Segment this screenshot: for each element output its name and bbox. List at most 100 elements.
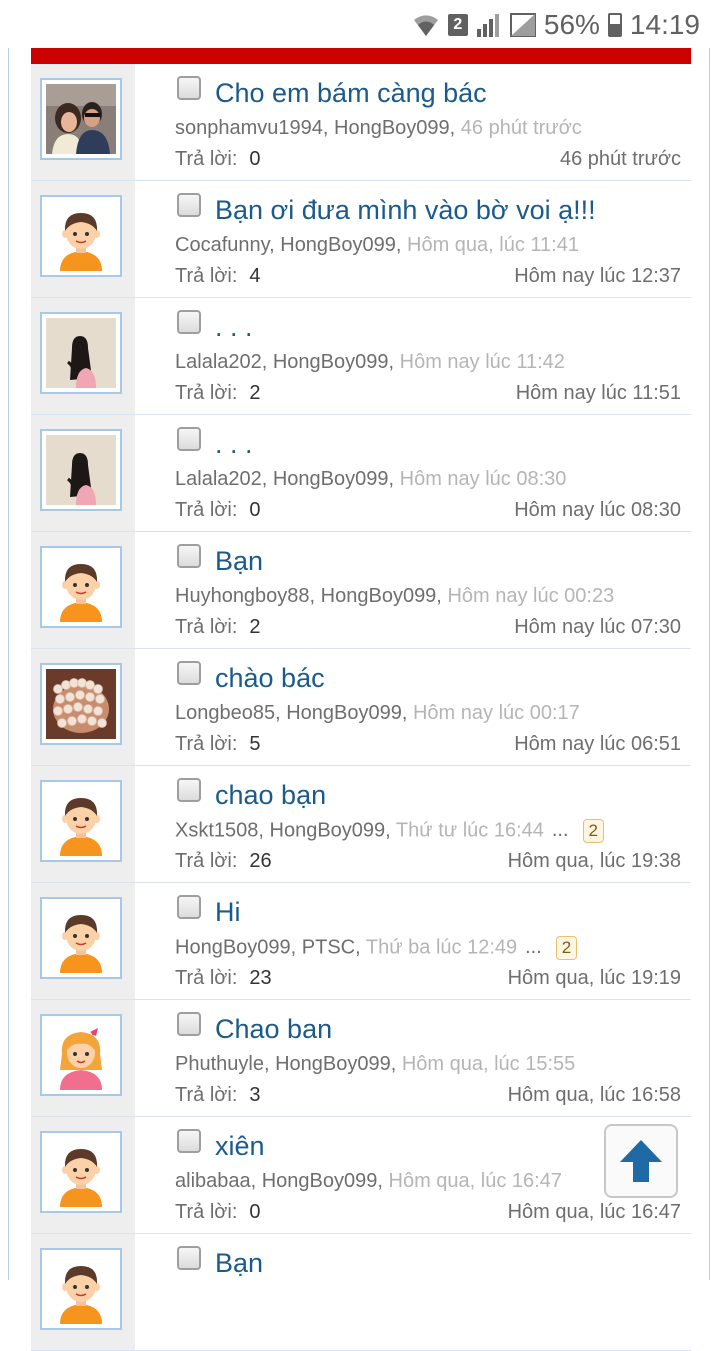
thread-participants[interactable]: Xskt1508, HongBoy099, [175,819,391,841]
thread-title[interactable]: Bạn ơi đưa mình vào bờ voi ạ!!! [215,195,596,226]
select-checkbox[interactable] [177,76,201,100]
avatar-column [31,1117,135,1233]
thread-title[interactable]: chào bác [215,663,325,694]
avatar[interactable] [40,312,122,394]
reply-value: 0 [249,148,261,170]
thread-meta: alibabaa, HongBoy099, Hôm qua, lúc 16:47 [175,1170,562,1193]
reply-label: Trả lời: [175,616,238,638]
page-link[interactable]: 2 [555,936,578,960]
reply-value: 2 [249,382,261,404]
thread-info: Hi HongBoy099, PTSC, Thứ ba lúc 12:49... 2… [135,883,691,999]
reply-count: Trả lời: 2 [175,382,261,405]
reply-label: Trả lời: [175,382,238,404]
last-post-time[interactable]: Hôm qua, lúc 16:47 [508,1201,681,1224]
thread-start-date: Hôm nay lúc 11:42 [399,351,565,373]
reply-value: 4 [249,265,261,287]
avatar[interactable] [40,780,122,862]
avatar[interactable] [40,195,122,277]
reply-label: Trả lời: [175,1201,238,1223]
avatar[interactable] [40,78,122,160]
avatar[interactable] [40,1131,122,1213]
select-checkbox[interactable] [177,1012,201,1036]
thread-title[interactable]: Cho em bám càng bác [215,78,487,109]
thread-info: Bạn [135,1234,691,1350]
reply-count: Trả lời: 0 [175,499,261,522]
last-post-time[interactable]: Hôm nay lúc 07:30 [514,616,681,639]
avatar[interactable] [40,663,122,745]
thread-participants[interactable]: Lalala202, HongBoy099, [175,351,394,373]
last-post-time[interactable]: Hôm qua, lúc 16:58 [508,1084,681,1107]
thread-row[interactable]: Bạn [31,1234,691,1351]
avatar-column [31,181,135,297]
thread-info: . . . Lalala202, HongBoy099, Hôm nay lúc … [135,298,691,414]
avatar[interactable] [40,1014,122,1096]
thread-participants[interactable]: Phuthuyle, HongBoy099, [175,1053,396,1075]
status-bar: 2 56% 14:19 [0,0,720,48]
thread-meta: Xskt1508, HongBoy099, Thứ tư lúc 16:44..… [175,819,605,843]
thread-participants[interactable]: Huyhongboy88, HongBoy099, [175,585,442,607]
select-checkbox[interactable] [177,310,201,334]
thread-title[interactable]: Bạn [215,1248,263,1279]
thread-participants[interactable]: Cocafunny, HongBoy099, [175,234,401,256]
thread-participants[interactable]: Lalala202, HongBoy099, [175,468,394,490]
reply-value: 0 [249,1201,261,1223]
thread-title[interactable]: Hi [215,897,241,928]
thread-row[interactable]: . . . Lalala202, HongBoy099, Hôm nay lúc … [31,298,691,415]
avatar[interactable] [40,1248,122,1330]
thread-meta: HongBoy099, PTSC, Thứ ba lúc 12:49... 2 [175,936,578,960]
arrow-up-icon [620,1140,662,1182]
thread-row[interactable]: . . . Lalala202, HongBoy099, Hôm nay lúc … [31,415,691,532]
avatar-column [31,766,135,882]
page-ellipsis: ... [525,936,542,959]
reply-count: Trả lời: 2 [175,616,261,639]
last-post-time[interactable]: Hôm nay lúc 12:37 [514,265,681,288]
thread-title[interactable]: Chao ban [215,1014,332,1045]
last-post-time[interactable]: Hôm nay lúc 06:51 [514,733,681,756]
select-checkbox[interactable] [177,544,201,568]
thread-row[interactable]: Bạn ơi đưa mình vào bờ voi ạ!!! Cocafunny… [31,181,691,298]
select-checkbox[interactable] [177,1246,201,1270]
page-link[interactable]: 2 [582,819,605,843]
avatar-column [31,532,135,648]
thread-participants[interactable]: sonphamvu1994, HongBoy099, [175,117,455,139]
reply-label: Trả lời: [175,265,238,287]
select-checkbox[interactable] [177,427,201,451]
thread-title[interactable]: chao bạn [215,780,326,811]
last-post-time[interactable]: Hôm qua, lúc 19:38 [508,850,681,873]
last-post-time[interactable]: 46 phút trước [560,148,681,171]
thread-row[interactable]: chào bác Longbeo85, HongBoy099, Hôm nay l… [31,649,691,766]
thread-row[interactable]: chao bạn Xskt1508, HongBoy099, Thứ tư lúc… [31,766,691,883]
reply-label: Trả lời: [175,499,238,521]
thread-participants[interactable]: HongBoy099, PTSC, [175,936,361,958]
select-checkbox[interactable] [177,895,201,919]
thread-participants[interactable]: alibabaa, HongBoy099, [175,1170,383,1192]
select-checkbox[interactable] [177,661,201,685]
thread-row[interactable]: xiên alibabaa, HongBoy099, Hôm qua, lúc 1… [31,1117,691,1234]
thread-title[interactable]: . . . [215,429,253,460]
thread-participants[interactable]: Longbeo85, HongBoy099, [175,702,407,724]
thread-title[interactable]: . . . [215,312,253,343]
select-checkbox[interactable] [177,193,201,217]
thread-title[interactable]: xiên [215,1131,265,1162]
avatar-column [31,649,135,765]
last-post-time[interactable]: Hôm nay lúc 08:30 [514,499,681,522]
thread-title[interactable]: Bạn [215,546,263,577]
last-post-time[interactable]: Hôm qua, lúc 19:19 [508,967,681,990]
no-signal-icon [509,13,536,37]
select-checkbox[interactable] [177,1129,201,1153]
last-post-time[interactable]: Hôm nay lúc 11:51 [516,382,681,405]
thread-row[interactable]: Cho em bám càng bác sonphamvu1994, HongBo… [31,64,691,181]
thread-meta: Longbeo85, HongBoy099, Hôm nay lúc 00:17 [175,702,580,725]
scroll-to-top-button[interactable] [604,1124,678,1198]
thread-meta: Cocafunny, HongBoy099, Hôm qua, lúc 11:4… [175,234,579,257]
thread-row[interactable]: Chao ban Phuthuyle, HongBoy099, Hôm qua, … [31,1000,691,1117]
select-checkbox[interactable] [177,778,201,802]
avatar[interactable] [40,546,122,628]
avatar-column [31,1234,135,1350]
avatar-column [31,298,135,414]
avatar[interactable] [40,429,122,511]
page-container: Cho em bám càng bác sonphamvu1994, HongBo… [8,48,710,1351]
avatar[interactable] [40,897,122,979]
thread-row[interactable]: Bạn Huyhongboy88, HongBoy099, Hôm nay lúc… [31,532,691,649]
thread-row[interactable]: Hi HongBoy099, PTSC, Thứ ba lúc 12:49... 2… [31,883,691,1000]
